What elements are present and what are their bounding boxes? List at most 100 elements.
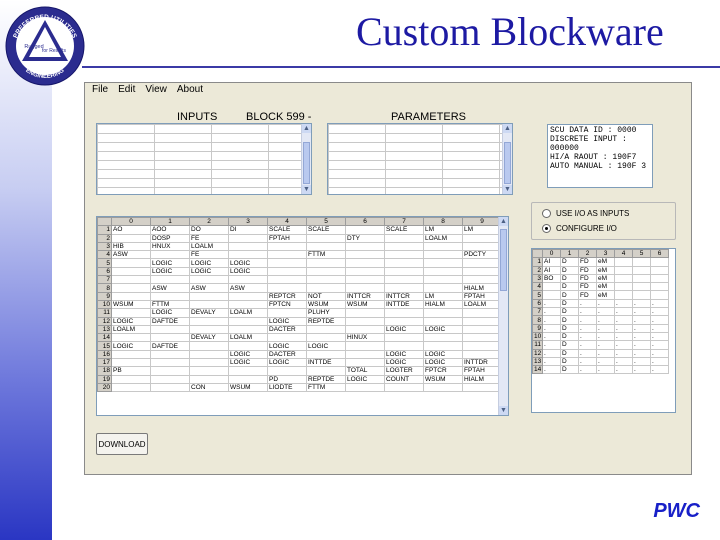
grid-cell[interactable] <box>462 341 502 351</box>
grid-cell[interactable] <box>462 233 502 243</box>
scroll-thumb[interactable] <box>500 229 507 291</box>
grid-cell[interactable]: AO <box>111 225 151 235</box>
grid-cell[interactable]: eM <box>596 273 615 284</box>
grid-cell[interactable] <box>345 324 385 335</box>
grid-cell[interactable] <box>189 358 229 368</box>
grid-cell[interactable]: SCALE <box>384 225 424 235</box>
grid-cell[interactable]: FD <box>578 257 597 267</box>
grid-cell[interactable] <box>423 266 463 277</box>
grid-cell[interactable] <box>384 283 424 293</box>
grid-cell[interactable]: INTTCR <box>384 291 424 301</box>
grid-cell[interactable]: eM <box>596 257 615 267</box>
grid-cell[interactable] <box>306 333 346 343</box>
grid-cell[interactable] <box>111 349 151 360</box>
inputs-grid[interactable]: ▲ ▼ <box>96 123 312 195</box>
grid-cell[interactable]: . <box>650 323 669 333</box>
grid-cell[interactable] <box>462 316 502 326</box>
grid-cell[interactable] <box>306 258 346 268</box>
grid-cell[interactable] <box>614 282 633 292</box>
grid-cell[interactable]: AI <box>542 265 561 275</box>
grid-cell[interactable] <box>228 324 268 335</box>
grid-cell[interactable]: D <box>560 307 579 317</box>
grid-cell[interactable] <box>650 282 669 292</box>
menu-view[interactable]: View <box>140 84 172 97</box>
grid-cell[interactable] <box>423 283 463 293</box>
radio-icon[interactable] <box>542 209 551 218</box>
grid-cell[interactable]: AI <box>542 257 561 267</box>
grid-cell[interactable]: REPTCR <box>267 291 307 301</box>
grid-cell[interactable] <box>345 349 385 360</box>
grid-cell[interactable]: LOALM <box>228 333 268 343</box>
grid-cell[interactable]: eM <box>596 290 615 300</box>
grid-cell[interactable]: . <box>542 356 561 367</box>
grid-cell[interactable]: D <box>560 273 579 284</box>
grid-cell[interactable] <box>111 333 151 343</box>
grid-cell[interactable]: LOGIC <box>267 358 307 368</box>
grid-cell[interactable] <box>150 349 190 360</box>
grid-cell[interactable]: . <box>542 365 561 375</box>
grid-cell[interactable] <box>228 316 268 326</box>
grid-cell[interactable] <box>267 283 307 293</box>
grid-cell[interactable] <box>462 266 502 277</box>
grid-cell[interactable] <box>111 308 151 318</box>
grid-cell[interactable]: . <box>578 298 597 309</box>
grid-cell[interactable]: LOGIC <box>306 341 346 351</box>
grid-cell[interactable] <box>345 358 385 368</box>
grid-cell[interactable]: LM <box>462 225 502 235</box>
grid-cell[interactable]: FD <box>578 265 597 275</box>
grid-cell[interactable]: . <box>578 356 597 367</box>
scroll-down-icon[interactable]: ▼ <box>503 185 512 194</box>
grid-cell[interactable]: . <box>596 348 615 358</box>
grid-cell[interactable] <box>345 241 385 252</box>
grid-cell[interactable]: . <box>596 331 615 342</box>
grid-cell[interactable] <box>384 341 424 351</box>
grid-cell[interactable]: INTTDE <box>384 299 424 310</box>
grid-cell[interactable]: WSUM <box>306 299 346 310</box>
grid-cell[interactable] <box>542 282 561 292</box>
grid-cell[interactable]: HIB <box>111 241 151 252</box>
grid-cell[interactable]: PLUHY <box>306 308 346 318</box>
inputs-scrollbar[interactable]: ▲ ▼ <box>301 124 311 194</box>
grid-cell[interactable] <box>306 283 346 293</box>
grid-cell[interactable]: PB <box>111 366 151 376</box>
grid-cell[interactable]: FD <box>578 282 597 292</box>
grid-cell[interactable]: WSUM <box>423 374 463 384</box>
grid-cell[interactable]: DI <box>228 225 268 235</box>
grid-cell[interactable]: D <box>560 348 579 358</box>
grid-cell[interactable]: . <box>542 315 561 325</box>
grid-cell[interactable] <box>228 366 268 376</box>
grid-cell[interactable]: . <box>650 307 669 317</box>
grid-cell[interactable] <box>150 382 190 393</box>
grid-cell[interactable]: . <box>632 315 651 325</box>
grid-cell[interactable]: AOO <box>150 225 190 235</box>
grid-cell[interactable]: D <box>560 365 579 375</box>
grid-cell[interactable]: . <box>650 315 669 325</box>
parameter-values-list[interactable]: SCU DATA ID : 0000 DISCRETE INPUT : 0000… <box>547 124 653 188</box>
grid-cell[interactable]: LOALM <box>423 233 463 243</box>
option-configure-io[interactable]: CONFIGURE I/O <box>542 224 617 233</box>
grid-cell[interactable]: LOGIC <box>111 341 151 351</box>
grid-cell[interactable] <box>189 349 229 360</box>
grid-cell[interactable]: D <box>560 340 579 350</box>
grid-cell[interactable] <box>306 324 346 335</box>
grid-cell[interactable]: . <box>596 340 615 350</box>
grid-cell[interactable]: . <box>596 323 615 333</box>
grid-cell[interactable]: . <box>596 307 615 317</box>
grid-cell[interactable]: FTTM <box>150 299 190 310</box>
grid-cell[interactable] <box>462 333 502 343</box>
grid-cell[interactable]: SCALE <box>267 225 307 235</box>
grid-cell[interactable] <box>150 250 190 260</box>
grid-cell[interactable]: REPTDE <box>306 316 346 326</box>
grid-cell[interactable]: . <box>578 323 597 333</box>
grid-cell[interactable]: D <box>560 257 579 267</box>
scroll-down-icon[interactable]: ▼ <box>302 185 311 194</box>
grid-cell[interactable]: . <box>650 298 669 309</box>
grid-cell[interactable]: . <box>632 356 651 367</box>
grid-cell[interactable] <box>632 282 651 292</box>
grid-cell[interactable] <box>189 291 229 301</box>
grid-cell[interactable]: PDCTY <box>462 250 502 260</box>
grid-cell[interactable] <box>306 233 346 243</box>
grid-cell[interactable]: . <box>542 307 561 317</box>
grid-cell[interactable] <box>614 290 633 300</box>
grid-cell[interactable] <box>650 290 669 300</box>
